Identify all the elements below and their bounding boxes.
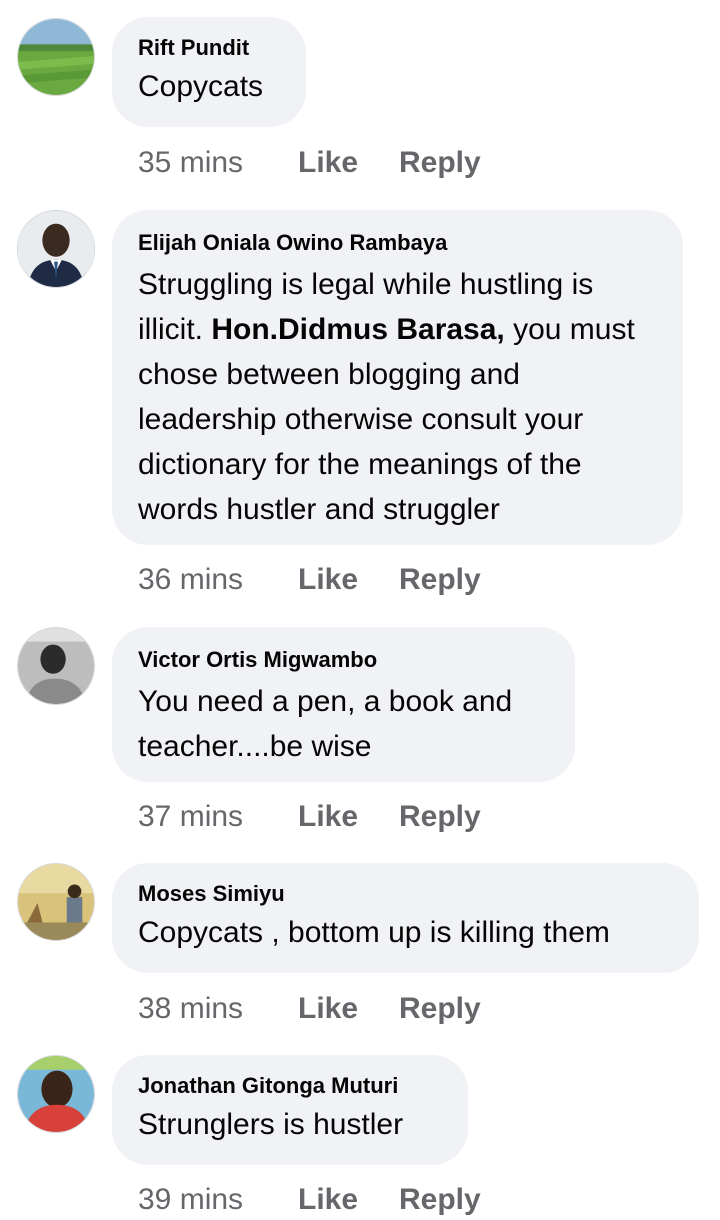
comment-text: Struggling is legal while hustling is il… — [138, 262, 657, 532]
reply-button[interactable]: Reply — [399, 989, 481, 1029]
avatar[interactable] — [17, 863, 95, 941]
avatar[interactable] — [17, 627, 95, 705]
timestamp[interactable]: 36 mins — [138, 560, 298, 600]
comment-actions: 36 mins Like Reply — [138, 560, 481, 600]
author-name[interactable]: Elijah Oniala Owino Rambaya — [138, 230, 657, 256]
timestamp[interactable]: 35 mins — [138, 143, 298, 183]
like-button[interactable]: Like — [298, 143, 399, 183]
comment-text: You need a pen, a book and teacher....be… — [138, 685, 513, 763]
reply-button[interactable]: Reply — [399, 143, 481, 183]
comment-bubble: Elijah Oniala Owino Rambaya Struggling i… — [112, 210, 683, 545]
comment-bubble: Moses Simiyu Copycats , bottom up is kil… — [112, 863, 699, 973]
author-name[interactable]: Moses Simiyu — [138, 881, 673, 907]
comment-actions: 35 mins Like Reply — [138, 143, 481, 183]
avatar[interactable] — [17, 18, 95, 96]
like-button[interactable]: Like — [298, 797, 399, 837]
like-button[interactable]: Like — [298, 560, 399, 600]
mention-link[interactable]: Hon.Didmus Barasa, — [211, 313, 504, 346]
comment-text: Copycats — [138, 70, 264, 103]
timestamp[interactable]: 39 mins — [138, 1180, 298, 1220]
avatar[interactable] — [17, 1055, 95, 1133]
author-name[interactable]: Rift Pundit — [138, 35, 280, 61]
person-grayscale-photo-icon — [18, 628, 94, 704]
like-button[interactable]: Like — [298, 1180, 399, 1220]
like-button[interactable]: Like — [298, 989, 399, 1029]
comment-text: Strunglers is hustler — [138, 1108, 404, 1141]
landscape-photo-icon — [18, 19, 94, 95]
author-name[interactable]: Victor Ortis Migwambo — [138, 647, 549, 673]
author-name[interactable]: Jonathan Gitonga Muturi — [138, 1073, 442, 1099]
avatar[interactable] — [17, 210, 95, 288]
person-outdoors-photo-icon — [18, 864, 94, 940]
comment-actions: 38 mins Like Reply — [138, 989, 481, 1029]
comment-bubble: Victor Ortis Migwambo You need a pen, a … — [112, 627, 575, 782]
comment-text: Copycats , bottom up is killing them — [138, 916, 610, 949]
person-closeup-photo-icon — [18, 1056, 94, 1132]
comment-bubble: Jonathan Gitonga Muturi Strunglers is hu… — [112, 1055, 468, 1165]
timestamp[interactable]: 37 mins — [138, 797, 298, 837]
man-in-suit-photo-icon — [18, 211, 94, 287]
comment-bubble: Rift Pundit Copycats — [112, 17, 306, 127]
timestamp[interactable]: 38 mins — [138, 989, 298, 1029]
comment-actions: 37 mins Like Reply — [138, 797, 481, 837]
comment-actions: 39 mins Like Reply — [138, 1180, 481, 1220]
reply-button[interactable]: Reply — [399, 797, 481, 837]
reply-button[interactable]: Reply — [399, 560, 481, 600]
reply-button[interactable]: Reply — [399, 1180, 481, 1220]
